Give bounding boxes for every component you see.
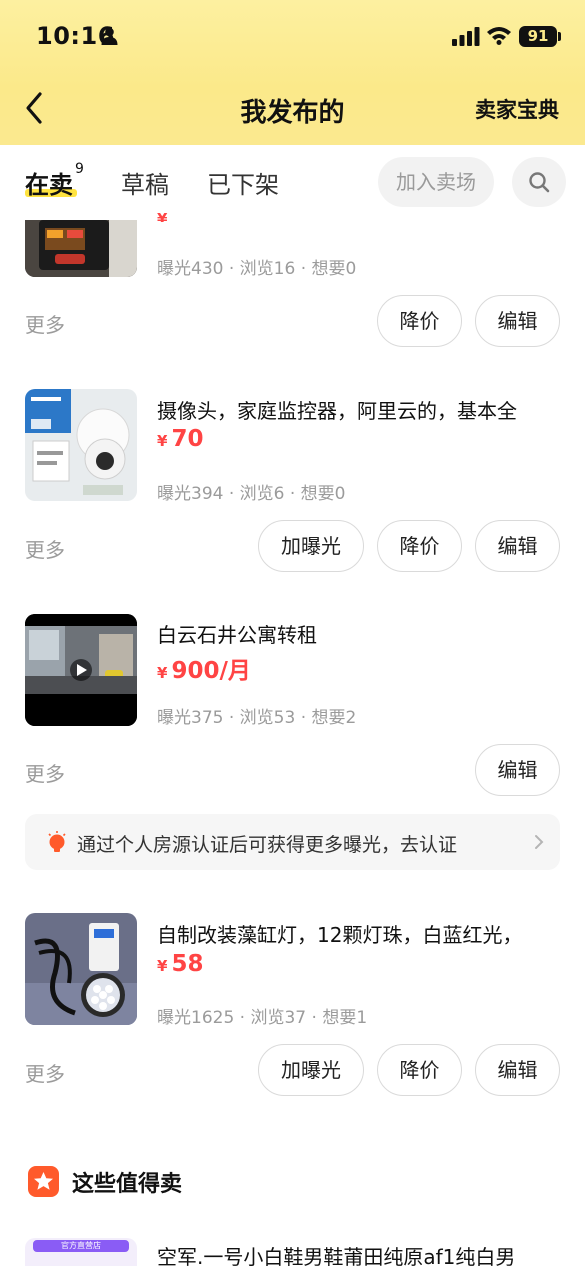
- signal-icon: [452, 27, 480, 46]
- edit-button[interactable]: 编辑: [475, 744, 560, 796]
- recommend-thumbnail[interactable]: 官方直营店: [25, 1238, 137, 1266]
- item-price: ¥70: [157, 426, 204, 452]
- chevron-right-icon: [535, 835, 544, 849]
- tab-selling-count: 9: [75, 161, 84, 177]
- boost-exposure-button[interactable]: 加曝光: [258, 520, 364, 572]
- wifi-icon: [487, 27, 511, 45]
- item-title[interactable]: 白云石井公寓转租: [157, 619, 317, 648]
- notice-text: 通过个人房源认证后可获得更多曝光，去认证: [77, 834, 458, 856]
- item-stats: 曝光394 · 浏览6 · 想要0: [157, 484, 346, 504]
- status-bar: 10:16 91: [0, 0, 585, 74]
- reduce-price-button[interactable]: 降价: [377, 520, 462, 572]
- item-stats: 曝光430 · 浏览16 · 想要0: [157, 259, 357, 279]
- seller-guide-link[interactable]: 卖家宝典: [475, 94, 559, 124]
- boost-exposure-button[interactable]: 加曝光: [258, 1044, 364, 1096]
- tab-selling[interactable]: 在卖: [25, 165, 73, 200]
- item-more-link[interactable]: 更多: [25, 758, 65, 787]
- item-title[interactable]: 自制改装藻缸灯，12颗灯珠，白蓝红光，: [157, 919, 522, 948]
- item-stats: 曝光1625 · 浏览37 · 想要1: [157, 1008, 368, 1028]
- search-icon: [529, 172, 550, 193]
- join-market-button[interactable]: 加入卖场: [378, 157, 494, 207]
- edit-button[interactable]: 编辑: [475, 520, 560, 572]
- item-thumbnail[interactable]: [25, 220, 137, 277]
- tab-off-shelf[interactable]: 已下架: [207, 165, 279, 200]
- item-price: ¥58: [157, 951, 204, 977]
- bulb-icon: [48, 831, 66, 852]
- reduce-price-button[interactable]: 降价: [377, 295, 462, 347]
- reduce-price-button[interactable]: 降价: [377, 1044, 462, 1096]
- battery-indicator: 91: [519, 26, 557, 47]
- edit-button[interactable]: 编辑: [475, 295, 560, 347]
- item-title[interactable]: 摄像头，家庭监控器，阿里云的，基本全: [157, 395, 517, 424]
- tab-draft[interactable]: 草稿: [121, 165, 169, 200]
- search-button[interactable]: [512, 157, 566, 207]
- verification-notice[interactable]: 通过个人房源认证后可获得更多曝光，去认证: [25, 814, 560, 870]
- item-stats: 曝光375 · 浏览53 · 想要2: [157, 708, 357, 728]
- recommend-item-title[interactable]: 空军.一号小白鞋男鞋莆田纯原af1纯白男: [157, 1241, 515, 1266]
- item-more-link[interactable]: 更多: [25, 309, 65, 338]
- official-store-badge: 官方直营店: [33, 1240, 129, 1252]
- item-thumbnail[interactable]: [25, 913, 137, 1025]
- item-more-link[interactable]: 更多: [25, 534, 65, 563]
- item-price: ¥900/月: [157, 658, 251, 684]
- item-thumbnail[interactable]: [25, 389, 137, 501]
- star-badge-icon: [28, 1166, 59, 1197]
- battery-tip: [558, 32, 561, 41]
- section-title: 这些值得卖: [72, 1172, 183, 1197]
- item-thumbnail[interactable]: [25, 614, 137, 726]
- tabs-bar: 在卖 9 草稿 已下架 加入卖场: [0, 145, 585, 220]
- item-more-link[interactable]: 更多: [25, 1058, 65, 1087]
- item-price-partial: ¥: [157, 210, 168, 222]
- person-icon: [101, 27, 118, 45]
- edit-button[interactable]: 编辑: [475, 1044, 560, 1096]
